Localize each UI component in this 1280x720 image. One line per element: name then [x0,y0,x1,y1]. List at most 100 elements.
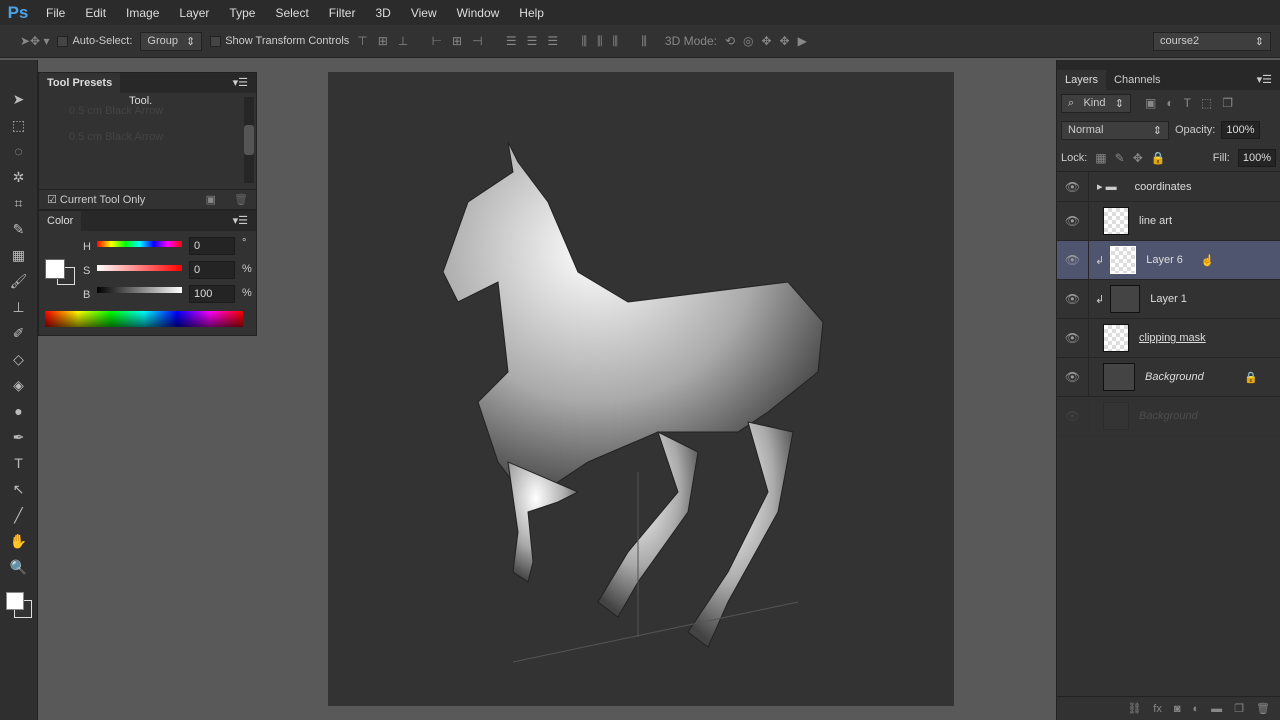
hand-tool-icon[interactable]: ✋ [0,528,37,554]
opacity-field[interactable]: 100% [1221,121,1260,139]
history-brush-icon[interactable]: ✐ [0,320,37,346]
group-icon[interactable]: ▬ [1211,703,1222,715]
marquee-tool-icon[interactable]: ⬚ [0,112,37,138]
lock-icons[interactable]: ▦✎✥🔒 [1095,151,1173,165]
layer-row[interactable]: 👁 line art [1057,202,1280,241]
eyedropper-icon[interactable]: ✎ [0,216,37,242]
eye-icon[interactable]: 👁 [1057,358,1089,396]
layer-thumbnail [1103,402,1129,430]
menu-view[interactable]: View [401,6,447,20]
menu-select[interactable]: Select [265,6,318,20]
menu-help[interactable]: Help [509,6,554,20]
layer-thumbnail [1103,363,1135,391]
layer-row[interactable]: 👁 ▸ ▬ coordinates [1057,172,1280,202]
trash-icon[interactable]: 🗑 [1256,702,1270,715]
layer-row-selected[interactable]: 👁 ↲ Layer 6 ☝ [1057,241,1280,280]
3d-mode-icons[interactable]: ⟲◎✥✥▶ [725,34,815,48]
workspace-select[interactable]: course2 ⇕ [1153,31,1271,51]
show-transform-checkbox[interactable]: Show Transform Controls [210,35,349,47]
layer-filter-select[interactable]: ⌕ Kind ⇕ [1061,93,1131,113]
presets-scrollbar[interactable] [244,97,254,183]
layers-list: 👁 ▸ ▬ coordinates 👁 line art 👁 ↲ Layer 6 ☝ 👁 ↲ L… [1057,172,1280,436]
hue-slider[interactable] [97,241,182,247]
menu-type[interactable]: Type [219,6,265,20]
new-layer-icon[interactable]: ❐ [1234,702,1244,715]
magic-wand-icon[interactable]: ✲ [0,164,37,190]
eye-icon[interactable]: 👁 [1057,319,1089,357]
type-tool-icon[interactable]: T [0,450,37,476]
auto-select-checkbox[interactable]: Auto-Select: [57,35,132,47]
panel-menu-icon[interactable]: ▾☰ [225,211,256,231]
move-tool-icon[interactable]: ➤✥ ▾ [20,34,49,48]
dodge-tool-icon[interactable]: ● [0,398,37,424]
tool-presets-panel: Tool Presets ▾☰ Tool. 0.5 cm Black Arrow … [38,72,257,210]
layer-thumbnail [1110,246,1137,274]
panel-menu-icon[interactable]: ▾☰ [225,73,256,93]
lock-icon: 🔒 [1244,371,1258,384]
panel-menu-icon[interactable]: ▾☰ [1249,70,1280,90]
preset-item[interactable]: 0.5 cm Black Arrow [69,131,226,143]
adjustment-icon[interactable]: ◐ [1193,703,1200,715]
menu-file[interactable]: File [36,6,75,20]
saturation-slider[interactable] [97,265,182,271]
line-tool-icon[interactable]: ╱ [0,502,37,528]
color-spectrum[interactable] [45,311,243,327]
menu-edit[interactable]: Edit [75,6,116,20]
menu-bar: Ps File Edit Image Layer Type Select Fil… [0,0,1280,25]
filter-icons[interactable]: ▣◐T⬚❐ [1145,96,1243,110]
eye-icon[interactable]: 👁 [1057,280,1089,318]
crop-tool-icon[interactable]: ⌗ [0,190,37,216]
zoom-tool-icon[interactable]: 🔍 [0,554,37,580]
stamp-tool-icon[interactable]: ⊥ [0,294,37,320]
delete-preset-icon[interactable]: 🗑 [234,193,248,206]
brightness-field[interactable]: 100 [189,285,235,303]
eye-icon[interactable]: 👁 [1057,172,1089,201]
path-select-icon[interactable]: ↖ [0,476,37,502]
fill-field[interactable]: 100% [1237,148,1276,167]
link-icon[interactable]: ⛓ [1127,702,1141,715]
layer-row[interactable]: 👁 clipping mask [1057,319,1280,358]
clip-arrow-icon: ↲ [1095,254,1105,267]
layer-thumbnail [1103,324,1129,352]
folder-icon[interactable]: ▸ ▬ [1097,180,1117,193]
menu-layer[interactable]: Layer [169,6,219,20]
tab-color[interactable]: Color [39,211,82,231]
eye-icon[interactable]: 👁 [1057,202,1089,240]
brightness-slider[interactable] [97,287,182,293]
color-swatches[interactable] [0,586,37,626]
menu-3d[interactable]: 3D [365,6,400,20]
foreground-swatch[interactable] [45,259,65,279]
menu-filter[interactable]: Filter [319,6,366,20]
tab-layers[interactable]: Layers [1057,70,1107,90]
move-tool-icon[interactable]: ➤ [0,86,37,112]
saturation-field[interactable]: 0 [189,261,235,279]
align-icons[interactable]: ⊤⊞⊥ ⊢⊞⊣ ☰☰☰ ⫼⫼⫼ ⫼ [357,34,657,49]
3d-mode-label: 3D Mode: [664,34,717,48]
brush-tool-icon[interactable]: 🖌 [0,268,37,294]
document-canvas[interactable] [328,72,954,706]
mask-icon[interactable]: ◙ [1174,703,1181,715]
tab-channels[interactable]: Channels [1106,70,1168,90]
layer-thumbnail [1103,207,1129,235]
paint-bucket-icon[interactable]: ◈ [0,372,37,398]
new-preset-icon[interactable]: ▣ [206,193,216,206]
horse-artwork [442,141,824,663]
menu-image[interactable]: Image [116,6,169,20]
hue-field[interactable]: 0 [189,237,235,255]
lasso-tool-icon[interactable]: ◌ [0,138,37,164]
healing-brush-icon[interactable]: ▦ [0,242,37,268]
eraser-icon[interactable]: ◇ [0,346,37,372]
menu-window[interactable]: Window [447,6,510,20]
group-select[interactable]: Group ⇕ [140,31,203,51]
eye-icon[interactable]: 👁 [1057,241,1089,279]
layer-row[interactable]: 👁 ↲ Layer 1 [1057,280,1280,319]
tooltip: Tool. [129,95,153,107]
current-tool-only-checkbox[interactable]: ☑ Current Tool Only [47,193,145,206]
fx-icon[interactable]: fx [1153,703,1162,715]
pen-tool-icon[interactable]: ✒ [0,424,37,450]
blend-mode-select[interactable]: Normal ⇕ [1061,120,1169,140]
layer-thumbnail [1110,285,1141,313]
tab-tool-presets[interactable]: Tool Presets [39,73,121,93]
options-bar: ➤✥ ▾ Auto-Select: Group ⇕ Show Transform … [0,25,1280,58]
layer-row[interactable]: 👁 Background 🔒 [1057,358,1280,397]
